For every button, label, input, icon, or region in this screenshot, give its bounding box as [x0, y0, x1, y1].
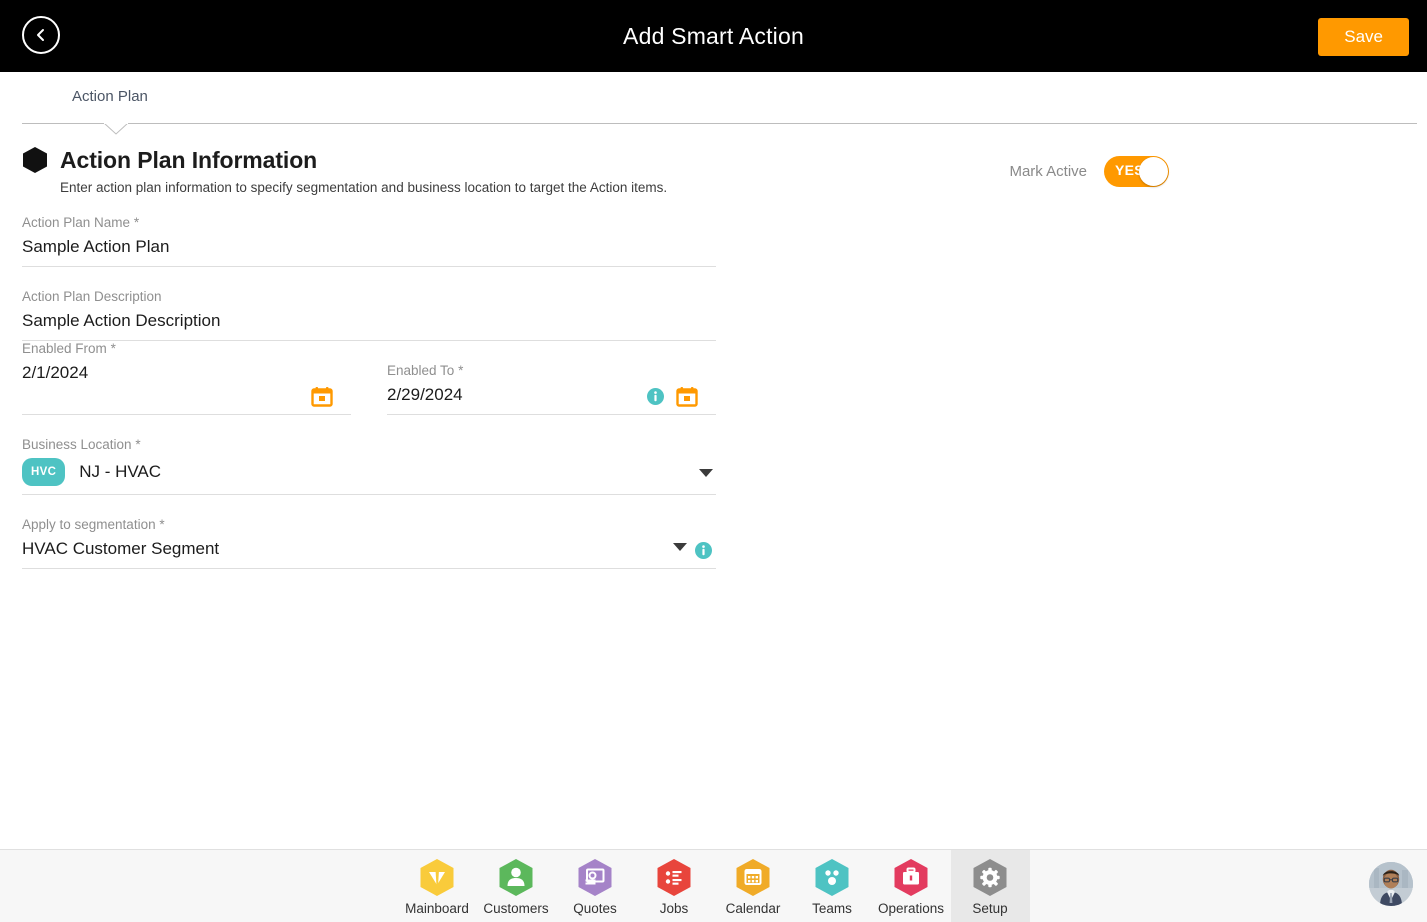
label-text: Action Plan Name: [22, 215, 131, 230]
nav-label: Mainboard: [405, 900, 469, 916]
value-enabled-from[interactable]: 2/1/2024: [22, 362, 351, 384]
nav-label: Jobs: [659, 900, 689, 916]
teams-icon: [813, 857, 851, 898]
nav-item-setup[interactable]: Setup: [950, 850, 1030, 922]
nav-label: Setup: [972, 900, 1008, 916]
value-business-location[interactable]: HVC NJ - HVAC: [22, 458, 716, 486]
value-enabled-to[interactable]: 2/29/2024: [387, 384, 716, 406]
mainboard-icon: [418, 857, 456, 898]
business-location-text: NJ - HVAC: [79, 462, 162, 481]
label-action-plan-description: Action Plan Description: [22, 289, 716, 304]
app-header: Add Smart Action Save: [0, 0, 1427, 72]
field-enabled-from[interactable]: Enabled From * 2/1/2024: [22, 341, 351, 415]
label-action-plan-name: Action Plan Name *: [22, 215, 716, 230]
label-enabled-to: Enabled To *: [387, 363, 716, 378]
label-text: Enabled To: [387, 363, 455, 378]
label-text: Enabled From: [22, 341, 107, 356]
mark-active-control: Mark Active YES: [1009, 156, 1169, 187]
required-marker: *: [159, 517, 165, 532]
nav-label: Operations: [877, 900, 945, 916]
nav-label: Calendar: [725, 900, 781, 916]
tab-bar: Action Plan: [0, 88, 1427, 136]
label-text: Action Plan Description: [22, 289, 162, 304]
required-marker: *: [135, 437, 141, 452]
calendar-icon[interactable]: [311, 386, 333, 408]
field-action-plan-description[interactable]: Action Plan Description Sample Action De…: [22, 289, 716, 341]
section-header: Action Plan Information: [22, 146, 1405, 174]
nav-item-teams[interactable]: Teams: [793, 850, 872, 922]
main-content: Action Plan Information Enter action pla…: [0, 146, 1427, 886]
nav-label: Quotes: [573, 900, 617, 916]
label-apply-to-segmentation: Apply to segmentation *: [22, 517, 716, 532]
nav-item-calendar[interactable]: Calendar: [714, 850, 793, 922]
calendar-icon[interactable]: [676, 386, 698, 408]
info-icon[interactable]: [647, 388, 664, 405]
nav-item-quotes[interactable]: Quotes: [556, 850, 635, 922]
required-marker: *: [110, 341, 116, 356]
nav-item-jobs[interactable]: Jobs: [635, 850, 714, 922]
required-marker: *: [133, 215, 140, 230]
value-action-plan-name[interactable]: Sample Action Plan: [22, 236, 716, 258]
nav-label: Customers: [483, 900, 549, 916]
nav-label: Teams: [812, 900, 852, 916]
nav-item-mainboard[interactable]: Mainboard: [398, 850, 477, 922]
date-fields-row: Enabled From * 2/1/2024 Enabled To * 2/2…: [22, 341, 716, 415]
label-enabled-from: Enabled From *: [22, 341, 351, 356]
bottom-navigation: Mainboard Customers Quotes Jobs Calendar…: [0, 849, 1427, 922]
field-action-plan-name[interactable]: Action Plan Name * Sample Action Plan: [22, 215, 716, 267]
toggle-knob: [1139, 157, 1168, 186]
field-business-location[interactable]: Business Location * HVC NJ - HVAC: [22, 437, 716, 495]
checklist-icon: [655, 857, 693, 898]
field-enabled-to[interactable]: Enabled To * 2/29/2024: [387, 363, 716, 415]
nav-item-customers[interactable]: Customers: [477, 850, 556, 922]
quotes-icon: [576, 857, 614, 898]
action-plan-form: Action Plan Name * Sample Action Plan Ac…: [22, 215, 716, 569]
gear-icon: [971, 857, 1009, 898]
tab-action-plan[interactable]: Action Plan: [72, 88, 148, 105]
chevron-left-circle-icon: [33, 27, 49, 43]
label-text: Business Location: [22, 437, 132, 452]
chevron-down-icon[interactable]: [699, 465, 713, 483]
page-title: Add Smart Action: [623, 22, 804, 49]
user-avatar[interactable]: [1369, 862, 1413, 906]
label-business-location: Business Location *: [22, 437, 716, 452]
save-button[interactable]: Save: [1318, 18, 1409, 56]
nav-item-operations[interactable]: Operations: [872, 850, 951, 922]
tab-divider: [22, 123, 1417, 124]
calendar-icon: [734, 857, 772, 898]
value-apply-to-segmentation[interactable]: HVAC Customer Segment: [22, 538, 716, 560]
tab-active-notch-icon: [103, 122, 129, 136]
nav-items: Mainboard Customers Quotes Jobs Calendar…: [0, 850, 1427, 922]
label-text: Apply to segmentation: [22, 517, 156, 532]
business-location-badge: HVC: [22, 458, 66, 486]
person-icon: [497, 857, 535, 898]
section-subtitle: Enter action plan information to specify…: [60, 180, 668, 195]
field-apply-to-segmentation[interactable]: Apply to segmentation * HVAC Customer Se…: [22, 517, 716, 569]
hexagon-icon: [22, 146, 48, 174]
back-button[interactable]: [22, 16, 60, 54]
briefcase-icon: [892, 857, 930, 898]
mark-active-label: Mark Active: [1009, 163, 1087, 180]
required-marker: *: [458, 363, 464, 378]
info-icon[interactable]: [695, 542, 712, 559]
section-title: Action Plan Information: [60, 146, 318, 173]
chevron-down-icon[interactable]: [673, 539, 687, 557]
mark-active-toggle[interactable]: YES: [1104, 156, 1169, 187]
value-action-plan-description[interactable]: Sample Action Description: [22, 310, 716, 332]
